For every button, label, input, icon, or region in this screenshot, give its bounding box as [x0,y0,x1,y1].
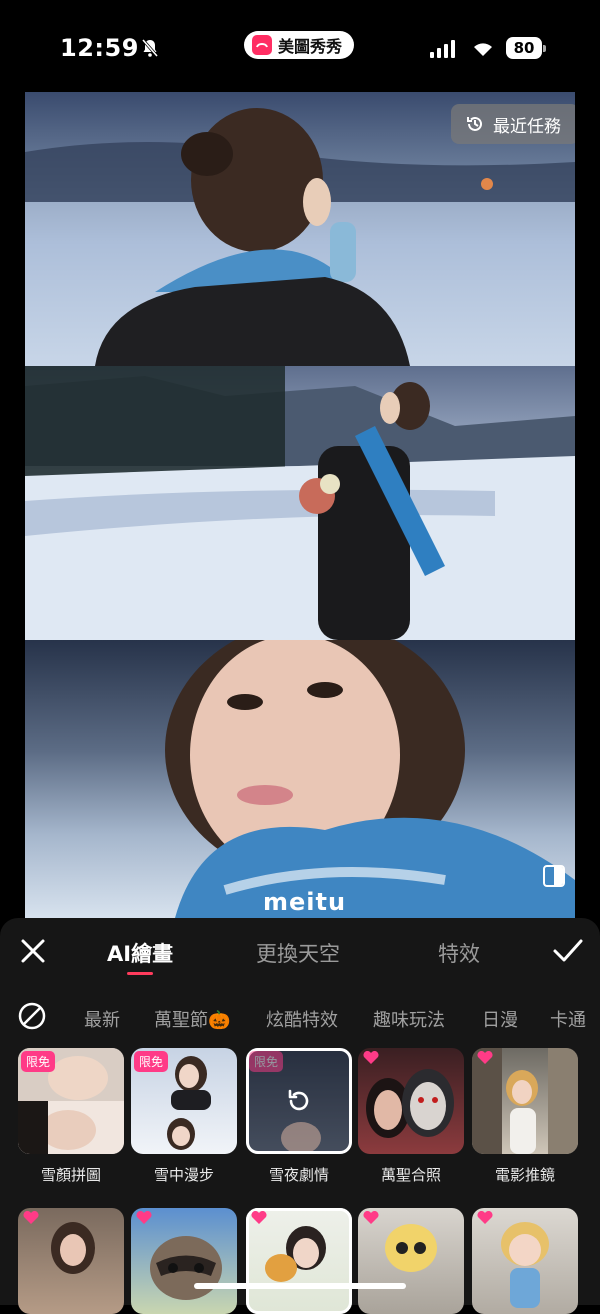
free-badge: 限免 [249,1051,284,1072]
wifi-icon [474,43,492,56]
collage-panel-bottom [25,640,575,918]
recent-tasks-button[interactable]: 最近任務 [451,104,575,144]
category-halloween[interactable]: 萬聖節🎃 [154,1006,230,1032]
woman-portrait-snow-image [165,640,575,918]
category-fun[interactable]: 趣味玩法 [373,1006,445,1032]
collage-panel-middle [25,366,575,640]
effect-tile-halloween-photo[interactable] [358,1048,464,1154]
heart-badge-icon [251,1211,267,1224]
meitu-logo-icon [252,35,272,55]
free-badge: 限免 [134,1051,169,1072]
category-cartoon[interactable]: 卡通 [550,1006,586,1032]
effects-top-bar: AI繪畫 更換天空 特效 [0,918,600,984]
heart-badge-icon [477,1051,493,1064]
heart-badge-icon [363,1051,379,1064]
status-time: 12:59 [60,34,139,62]
photo-preview[interactable]: 最近任務 meitu [25,92,575,918]
category-anime[interactable]: 日漫 [482,1006,518,1032]
heart-badge-icon [477,1211,493,1224]
effect-label-snow-night-story: 雪夜劇情 [268,1166,329,1184]
effects-panel: AI繪畫 更換天空 特效 最新 萬聖節🎃 炫酷特效 趣味玩法 日漫 卡通 限免 [0,918,600,1314]
effect-tile-row2-3[interactable] [246,1208,352,1314]
collage-panel-top: 最近任務 [25,92,575,366]
tab-change-sky[interactable]: 更換天空 [256,938,340,968]
home-indicator[interactable] [194,1283,406,1289]
effect-tile-row2-5[interactable] [472,1208,578,1314]
history-icon [467,116,482,131]
return-to-app-pill[interactable]: 美圖秀秀 [244,31,355,59]
app-name: 美圖秀秀 [278,37,343,56]
effect-tile-row2-1[interactable] [18,1208,124,1314]
cellular-signal-icon [430,38,455,58]
effect-label-film-push-in: 電影推鏡 [494,1166,555,1184]
checkmark-icon[interactable] [552,936,584,966]
recent-tasks-label: 最近任務 [493,116,561,137]
effect-label-snow-walk: 雪中漫步 [153,1166,214,1184]
meitu-watermark: meitu [263,888,347,916]
woman-looking-up-snow-image [25,366,575,640]
effect-tile-snow-walk[interactable]: 限免 [131,1048,237,1154]
compare-icon[interactable] [543,865,565,887]
tab-ai-painting[interactable]: AI繪畫 [107,938,173,968]
effect-tile-row2-4[interactable] [358,1208,464,1314]
effect-tile-film-push-in[interactable] [472,1048,578,1154]
category-cool-effects[interactable]: 炫酷特效 [266,1006,338,1032]
heart-badge-icon [136,1211,152,1224]
close-icon[interactable] [18,936,48,966]
tab-special-effects[interactable]: 特效 [438,938,480,968]
battery-indicator: 80 [506,37,546,59]
category-newest[interactable]: 最新 [84,1006,120,1032]
free-badge: 限免 [21,1051,56,1072]
replay-icon [288,1089,309,1111]
heart-badge-icon [23,1211,39,1224]
effect-tile-row2-2[interactable] [131,1208,237,1314]
active-tab-indicator [127,972,153,975]
effect-label-snow-face-collage: 雪顏拼圖 [40,1166,101,1184]
silent-bell-icon [141,39,159,57]
effect-label-halloween-photo: 萬聖合照 [380,1166,441,1184]
effect-tile-snow-night-story[interactable]: 限免 [246,1048,352,1154]
no-effect-icon[interactable] [18,1002,46,1030]
status-bar: 12:59 美圖秀秀 80 [0,0,600,92]
effect-tile-snow-face-collage[interactable]: 限免 [18,1048,124,1154]
heart-badge-icon [363,1211,379,1224]
